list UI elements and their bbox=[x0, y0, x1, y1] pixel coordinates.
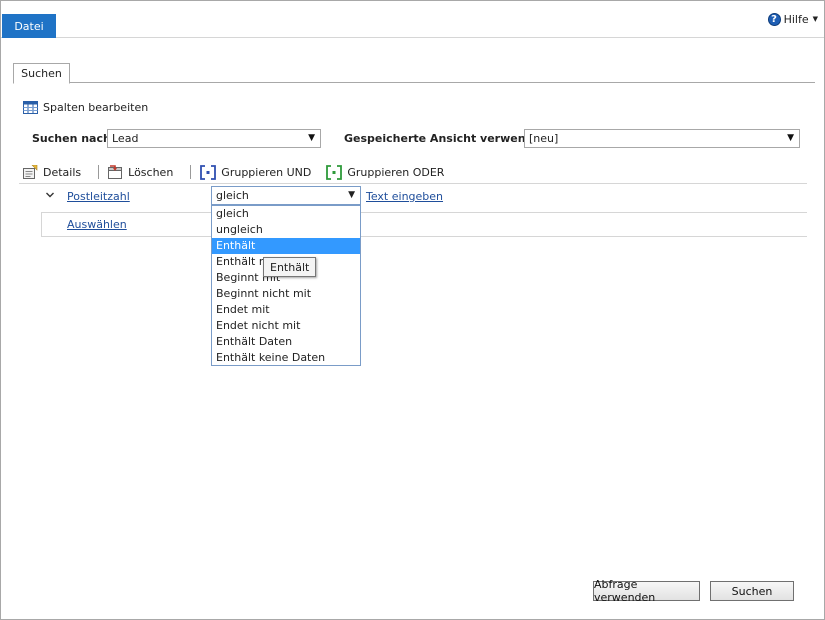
group-and-button[interactable]: Gruppieren UND bbox=[200, 164, 312, 180]
tab-suchen[interactable]: Suchen bbox=[13, 63, 70, 84]
operator-dropdown-list: gleich ungleich Enthält Enthält nicht Beginn… bbox=[211, 205, 361, 366]
edit-columns-button[interactable]: Spalten bearbeiten bbox=[23, 99, 148, 115]
details-icon bbox=[23, 165, 38, 179]
operator-value: gleich bbox=[216, 189, 249, 202]
group-or-icon bbox=[326, 164, 343, 180]
operator-option[interactable]: Enthält keine Daten bbox=[212, 350, 360, 366]
group-or-button[interactable]: Gruppieren ODER bbox=[326, 164, 445, 180]
dropdown-arrow-icon: ▼ bbox=[308, 133, 315, 143]
saved-view-label: Gespeicherte Ansicht verwenden: bbox=[344, 132, 554, 145]
divider bbox=[19, 183, 807, 184]
file-tab[interactable]: Datei bbox=[2, 14, 56, 38]
help-label: Hilfe bbox=[783, 12, 809, 26]
operator-option[interactable]: Endet nicht mit bbox=[212, 318, 360, 334]
operator-option[interactable]: Enthält Daten bbox=[212, 334, 360, 350]
criteria-toolbar: Details Löschen Gruppieren UND Gruppiere… bbox=[23, 163, 444, 181]
dropdown-arrow-icon: ▼ bbox=[348, 190, 355, 200]
operator-option[interactable]: ungleich bbox=[212, 222, 360, 238]
enter-text-link[interactable]: Text eingeben bbox=[366, 190, 443, 203]
criteria-divider bbox=[41, 212, 807, 213]
operator-select[interactable]: gleich ▼ bbox=[211, 186, 361, 205]
columns-icon bbox=[23, 100, 38, 114]
caret-down-icon: ▼ bbox=[812, 15, 818, 23]
dropdown-arrow-icon: ▼ bbox=[787, 133, 794, 143]
tooltip: Enthält bbox=[263, 257, 317, 277]
search-for-value: Lead bbox=[112, 132, 139, 145]
delete-icon bbox=[108, 165, 123, 179]
operator-option[interactable]: Enthält bbox=[212, 238, 360, 254]
chevron-down-icon[interactable] bbox=[45, 190, 55, 200]
delete-label: Löschen bbox=[128, 165, 174, 179]
use-query-button[interactable]: Abfrage verwenden bbox=[593, 578, 700, 604]
group-or-label: Gruppieren ODER bbox=[347, 165, 445, 179]
search-button[interactable]: Suchen bbox=[710, 581, 794, 601]
search-for-label: Suchen nach: bbox=[32, 132, 116, 145]
saved-view-value: [neu] bbox=[529, 132, 559, 145]
help-menu[interactable]: ? Hilfe ▼ bbox=[767, 11, 818, 27]
edit-columns-label: Spalten bearbeiten bbox=[43, 100, 149, 114]
advanced-find-window: Datei ? Hilfe ▼ Suchen Spalten bearbeite… bbox=[0, 0, 825, 620]
toolbar-separator bbox=[190, 165, 192, 179]
details-button[interactable]: Details bbox=[23, 165, 81, 179]
criteria-divider bbox=[41, 236, 807, 237]
ribbon-bar: Datei ? Hilfe ▼ bbox=[1, 1, 824, 38]
group-and-icon bbox=[200, 164, 217, 180]
group-and-label: Gruppieren UND bbox=[221, 165, 312, 179]
saved-view-select[interactable]: [neu] ▼ bbox=[524, 129, 800, 148]
select-field-link[interactable]: Auswählen bbox=[67, 218, 127, 231]
operator-option[interactable]: gleich bbox=[212, 206, 360, 222]
criteria-left-border bbox=[41, 212, 42, 237]
details-label: Details bbox=[43, 165, 82, 179]
delete-button[interactable]: Löschen bbox=[108, 165, 173, 179]
tab-strip: Suchen bbox=[13, 63, 815, 84]
operator-option[interactable]: Endet mit bbox=[212, 302, 360, 318]
search-for-select[interactable]: Lead ▼ bbox=[107, 129, 321, 148]
operator-option[interactable]: Beginnt nicht mit bbox=[212, 286, 360, 302]
help-icon: ? bbox=[767, 12, 781, 26]
field-postleitzahl-link[interactable]: Postleitzahl bbox=[67, 190, 130, 203]
toolbar-separator bbox=[98, 165, 100, 179]
